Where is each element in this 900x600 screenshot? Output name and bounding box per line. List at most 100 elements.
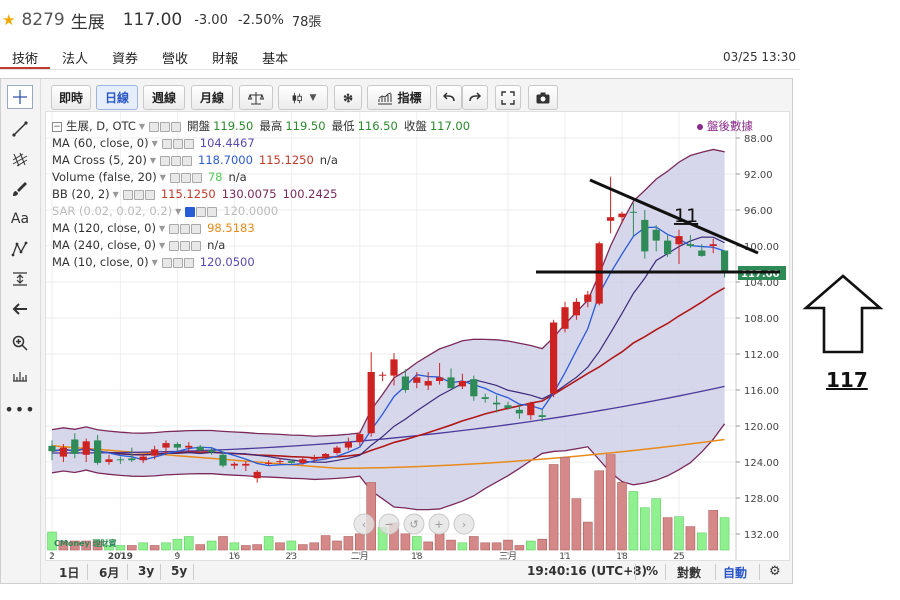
candle-body: [116, 459, 124, 461]
tab-financials[interactable]: 財報: [200, 44, 250, 69]
legend-controls[interactable]: [122, 189, 155, 200]
close-icon[interactable]: [182, 155, 193, 166]
collapse-minus-icon[interactable]: −: [52, 121, 62, 132]
price-chart[interactable]: 132.00 128.00 124.00 120.00 116.00 112.00 108.…: [45, 111, 790, 561]
zoom-in-icon[interactable]: [7, 331, 33, 355]
settings-icon[interactable]: [172, 257, 183, 268]
trendline-tool-icon[interactable]: [7, 117, 33, 141]
range-3y-button[interactable]: 3y: [138, 564, 154, 578]
volume-bar: [354, 533, 365, 551]
chart-frame: Aa ••• 即時 日線 週線 月線 ▼ 指標 132.00 128.00 12…: [0, 78, 793, 584]
close-icon[interactable]: [144, 189, 155, 200]
chevron-down-icon[interactable]: ▼: [159, 237, 165, 254]
settings-icon[interactable]: [180, 172, 191, 183]
ruler-icon[interactable]: [7, 363, 33, 387]
more-tools-icon[interactable]: •••: [4, 397, 34, 421]
settings-icon[interactable]: [196, 206, 207, 217]
fullscreen-icon[interactable]: [495, 85, 521, 110]
redo-icon[interactable]: [462, 85, 488, 110]
chart-nav-glyph: +: [434, 518, 443, 531]
compare-scale-icon[interactable]: [239, 85, 273, 110]
brush-tool-icon[interactable]: [7, 177, 33, 201]
range-5y-button[interactable]: 5y: [171, 564, 187, 578]
eye-icon[interactable]: [185, 206, 196, 217]
eye-icon[interactable]: [160, 155, 171, 166]
camera-icon[interactable]: [528, 85, 558, 110]
legend-controls[interactable]: [169, 223, 202, 234]
legend-controls[interactable]: [161, 138, 194, 149]
tab-basic[interactable]: 基本: [250, 44, 300, 69]
legend-controls[interactable]: [185, 206, 218, 217]
eye-icon[interactable]: [149, 121, 160, 132]
candle-body: [287, 461, 295, 463]
chart-type-candle-icon[interactable]: ▼: [278, 85, 328, 110]
tab-margin[interactable]: 資券: [100, 44, 150, 69]
legend-controls[interactable]: [161, 257, 194, 268]
log-scale-toggle[interactable]: 對數: [677, 564, 701, 581]
close-icon[interactable]: [183, 257, 194, 268]
chevron-down-icon[interactable]: ▼: [139, 118, 145, 135]
candle-body: [208, 450, 216, 453]
daily-button[interactable]: 日線: [96, 85, 138, 110]
eye-icon[interactable]: [169, 172, 180, 183]
range-1d-button[interactable]: 1日: [59, 564, 79, 581]
legend-row[interactable]: MA (240, close, 0) ▼ n/a: [52, 237, 476, 254]
pattern-tool-icon[interactable]: [7, 237, 33, 261]
legend-row[interactable]: MA (120, close, 0) ▼ 98.5183: [52, 220, 476, 237]
settings-icon[interactable]: [172, 138, 183, 149]
favorite-star-icon[interactable]: ★: [2, 11, 15, 29]
settings-gear-icon[interactable]: [334, 85, 362, 110]
legend-row[interactable]: Volume (false, 20) ▼ 78 n/a: [52, 169, 476, 186]
close-icon[interactable]: [191, 172, 202, 183]
measure-tool-icon[interactable]: [7, 267, 33, 291]
crosshair-tool-icon[interactable]: [7, 85, 33, 109]
settings-icon[interactable]: [180, 240, 191, 251]
indicators-button[interactable]: 指標: [367, 85, 431, 110]
tab-institutional[interactable]: 法人: [50, 44, 100, 69]
legend-row[interactable]: BB (20, 2) ▼ 115.1250 130.0075 100.2425: [52, 186, 476, 203]
eye-icon[interactable]: [169, 240, 180, 251]
tab-technical[interactable]: 技術: [0, 44, 51, 69]
eye-icon[interactable]: [161, 138, 172, 149]
chevron-down-icon[interactable]: ▼: [152, 135, 158, 152]
close-icon[interactable]: [207, 206, 218, 217]
eye-icon[interactable]: [169, 223, 180, 234]
chevron-down-icon[interactable]: ▼: [150, 152, 156, 169]
settings-gear-icon[interactable]: ⚙: [769, 564, 781, 579]
chevron-down-icon[interactable]: ▼: [160, 169, 166, 186]
fibonacci-tool-icon[interactable]: [7, 147, 33, 171]
legend-controls[interactable]: [169, 172, 202, 183]
intraday-button[interactable]: 即時: [51, 85, 91, 110]
legend-row[interactable]: MA (60, close, 0) ▼ 104.4467: [52, 135, 476, 152]
legend-row[interactable]: MA (10, close, 0) ▼ 120.0500: [52, 254, 476, 271]
legend-controls[interactable]: [169, 240, 202, 251]
settings-icon[interactable]: [160, 121, 171, 132]
eye-icon[interactable]: [122, 189, 133, 200]
legend-row[interactable]: MA Cross (5, 20) ▼ 118.7000 115.1250 n/a: [52, 152, 476, 169]
undo-icon[interactable]: [436, 85, 462, 110]
legend-controls[interactable]: [160, 155, 193, 166]
after-hours-indicator[interactable]: 盤後數據: [697, 118, 753, 134]
weekly-button[interactable]: 週線: [143, 85, 185, 110]
monthly-button[interactable]: 月線: [191, 85, 233, 110]
close-icon[interactable]: [191, 223, 202, 234]
close-icon[interactable]: [183, 138, 194, 149]
arrow-back-icon[interactable]: [7, 297, 33, 321]
legend-row[interactable]: SAR (0.02, 0.02, 0.2) ▼ 120.0000: [52, 203, 476, 220]
close-icon[interactable]: [191, 240, 202, 251]
chevron-down-icon[interactable]: ▼: [152, 254, 158, 271]
chevron-down-icon[interactable]: ▼: [175, 203, 181, 220]
settings-icon[interactable]: [180, 223, 191, 234]
tab-revenue[interactable]: 營收: [150, 44, 200, 69]
chevron-down-icon[interactable]: ▼: [113, 186, 119, 203]
settings-icon[interactable]: [171, 155, 182, 166]
eye-icon[interactable]: [161, 257, 172, 268]
close-icon[interactable]: [171, 121, 182, 132]
text-tool-icon[interactable]: Aa: [7, 207, 33, 231]
settings-icon[interactable]: [133, 189, 144, 200]
chevron-down-icon[interactable]: ▼: [159, 220, 165, 237]
range-6m-button[interactable]: 6月: [99, 564, 119, 581]
legend-controls[interactable]: [149, 121, 182, 132]
auto-scale-toggle[interactable]: 自動: [723, 564, 747, 581]
percent-toggle[interactable]: %: [646, 564, 658, 578]
